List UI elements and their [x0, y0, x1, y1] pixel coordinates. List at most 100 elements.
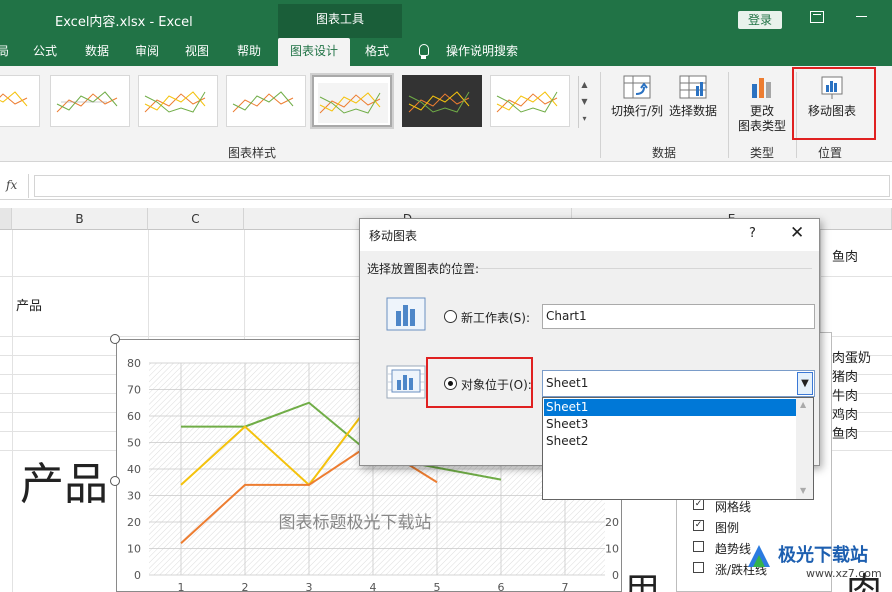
object-in-select[interactable]: Sheet1 ▼: [542, 370, 815, 397]
new-sheet-radio[interactable]: [444, 310, 457, 323]
tab-data[interactable]: 数据: [78, 38, 116, 66]
close-icon[interactable]: ✕: [790, 223, 804, 243]
switch-row-column-icon: [622, 74, 652, 100]
y-tick-label: 70: [127, 384, 141, 397]
watermark-name: 极光下载站: [778, 545, 868, 566]
highlight-object-in: [426, 357, 533, 408]
select-data-button[interactable]: 选择数据: [666, 74, 720, 119]
secondary-y-tick-label: 10: [605, 543, 619, 556]
minimize-icon[interactable]: [856, 16, 867, 17]
highlight-move-chart: [792, 67, 876, 140]
y-tick-label: 60: [127, 410, 141, 423]
resize-handle[interactable]: [110, 476, 120, 486]
dropdown-option-sheet2[interactable]: Sheet2: [544, 433, 797, 450]
change-chart-type-button[interactable]: 更改 图表类型: [734, 74, 790, 134]
formula-input[interactable]: [34, 175, 890, 197]
select-all-corner[interactable]: [0, 208, 12, 230]
chart-style-thumb[interactable]: [50, 75, 130, 127]
scroll-up-icon[interactable]: ▲: [800, 400, 806, 409]
style-preview-icon: [496, 91, 558, 113]
tab-formulas[interactable]: 公式: [26, 38, 64, 66]
checkbox-icon[interactable]: ✓: [693, 520, 704, 531]
chart-title[interactable]: 图表标题极光下载站: [279, 513, 432, 533]
style-preview-icon: [56, 91, 118, 113]
checkbox-icon[interactable]: [693, 541, 704, 552]
cell-fish: 鱼肉: [832, 250, 859, 265]
x-tick-label: 6: [498, 581, 505, 591]
column-header-b[interactable]: B: [12, 208, 148, 230]
dropdown-option-sheet3[interactable]: Sheet3: [544, 416, 797, 433]
checkbox-icon[interactable]: [693, 562, 704, 573]
secondary-y-tick-label: 20: [605, 516, 619, 529]
x-tick-label: 4: [370, 581, 377, 591]
formula-separator: [28, 174, 29, 198]
ribbon-display-options-icon[interactable]: [810, 11, 824, 23]
new-sheet-name-input[interactable]: Chart1: [542, 304, 815, 329]
tab-view[interactable]: 视图: [178, 38, 216, 66]
tab-format[interactable]: 格式: [358, 38, 396, 66]
chart-style-thumb[interactable]: [0, 75, 40, 127]
tab-help[interactable]: 帮助: [230, 38, 268, 66]
checkbox-icon[interactable]: ✓: [693, 499, 704, 510]
change-chart-type-icon: [747, 74, 777, 100]
dropdown-scrollbar[interactable]: ▲ ▼: [796, 398, 813, 499]
new-sheet-label: 新工作表(S):: [461, 311, 531, 325]
site-watermark: 极光下载站 www.xz7.com: [744, 537, 892, 592]
switch-row-column-button[interactable]: 切换行/列: [608, 74, 666, 119]
scroll-down-icon[interactable]: ▼: [800, 486, 806, 495]
y-tick-label: 80: [127, 357, 141, 370]
x-tick-label: 5: [434, 581, 441, 591]
tell-me-search[interactable]: 操作说明搜索: [440, 38, 524, 66]
chart-style-thumb[interactable]: [138, 75, 218, 127]
x-tick-label: 1: [178, 581, 185, 591]
dropdown-option-sheet1[interactable]: Sheet1: [544, 399, 797, 416]
gridline: [12, 230, 13, 592]
object-in-dropdown-list: Sheet1 Sheet3 Sheet2 ▲ ▼: [542, 397, 814, 500]
select-data-label: 选择数据: [668, 104, 717, 118]
login-button[interactable]: 登录: [738, 11, 782, 29]
tab-layout[interactable]: 局: [0, 38, 10, 66]
style-preview-icon: [144, 91, 206, 113]
object-in-chart-icon: [386, 365, 426, 399]
change-chart-type-label-2: 图表类型: [737, 119, 786, 133]
help-icon[interactable]: ?: [749, 226, 756, 241]
y-tick-label: 30: [127, 490, 141, 503]
tab-chart-design[interactable]: 图表设计: [278, 38, 350, 66]
dialog-title-bar[interactable]: 移动图表 ? ✕: [360, 219, 819, 251]
resize-handle[interactable]: [110, 334, 120, 344]
scroll-up-icon[interactable]: ▲: [579, 76, 590, 93]
switch-row-column-label: 切换行/列: [610, 104, 664, 118]
style-preview-icon: [408, 91, 470, 113]
x-tick-label: 7: [562, 581, 569, 591]
cell-meat-2: 猪肉: [832, 370, 859, 385]
group-label-type: 类型: [750, 146, 775, 160]
gallery-more-icon[interactable]: ▾: [579, 110, 590, 127]
chart-element-label: 图例: [715, 521, 740, 535]
chart-element-label: 网格线: [715, 500, 752, 514]
chart-style-thumb[interactable]: [402, 75, 482, 127]
y-tick-label: 10: [127, 543, 141, 556]
dialog-title: 移动图表: [369, 229, 418, 243]
chart-style-thumb[interactable]: [490, 75, 570, 127]
cell-meat-5: 鱼肉: [832, 427, 859, 442]
scroll-down-icon[interactable]: ▼: [579, 93, 590, 110]
x-tick-label: 3: [306, 581, 313, 591]
chart-style-thumb[interactable]: [226, 75, 306, 127]
cell-product: 产品: [16, 299, 43, 314]
group-label-data: 数据: [652, 146, 677, 160]
ribbon-tab-bar: 局 公式 数据 审阅 视图 帮助 图表设计 格式 操作说明搜索: [0, 38, 892, 66]
chart-style-thumb-selected[interactable]: [310, 73, 394, 129]
secondary-y-tick-label: 0: [612, 569, 619, 582]
group-divider: [728, 72, 729, 158]
style-preview-icon: [0, 91, 28, 107]
formula-bar: fx: [0, 172, 892, 200]
style-preview-icon: [318, 83, 388, 123]
column-header-c[interactable]: C: [148, 208, 244, 230]
object-in-select-value: Sheet1: [546, 376, 589, 390]
tab-review[interactable]: 审阅: [128, 38, 166, 66]
gallery-scrollbar[interactable]: ▲ ▼ ▾: [578, 76, 590, 128]
chart-tools-contextual-tab: 图表工具: [278, 4, 402, 38]
insert-function-icon[interactable]: fx: [6, 178, 17, 192]
chevron-down-icon[interactable]: ▼: [797, 372, 813, 395]
group-label-chart-styles: 图表样式: [228, 146, 277, 160]
